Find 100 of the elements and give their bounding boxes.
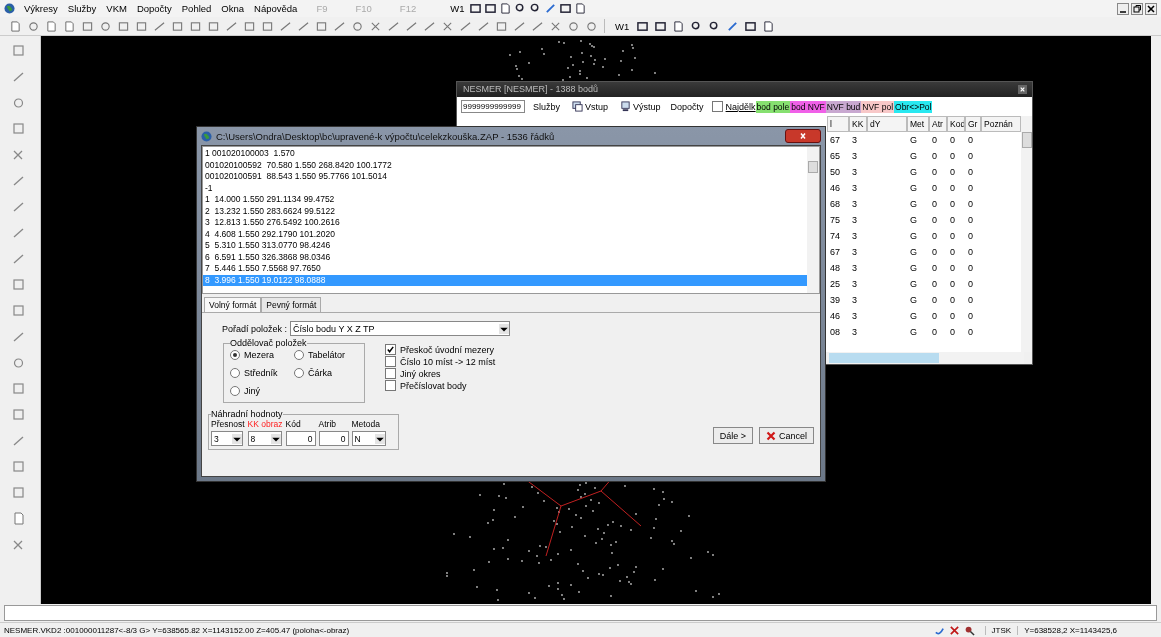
workspace-label[interactable]: W1 — [450, 3, 465, 14]
order-dropdown[interactable]: Číslo bodu Y X Z TP — [290, 321, 511, 336]
checkbox[interactable] — [385, 380, 396, 391]
circle-icon[interactable] — [691, 20, 703, 32]
cross-icon[interactable] — [550, 20, 561, 32]
list-item[interactable]: 3 12.813 1.550 276.5492 100.2616 — [203, 217, 807, 229]
square-icon[interactable] — [637, 20, 649, 32]
scrollbar[interactable] — [807, 147, 819, 293]
value-dropdown[interactable]: 8 — [247, 431, 282, 446]
radio-button[interactable] — [230, 350, 240, 360]
value-dropdown[interactable]: N — [351, 431, 386, 446]
restore-icon[interactable] — [1131, 2, 1143, 15]
radio-button[interactable] — [294, 350, 304, 360]
page-icon[interactable] — [763, 20, 775, 32]
table-cell-text: 0 — [931, 294, 938, 307]
list-item[interactable]: 2 13.232 1.550 283.6624 99.5122 — [203, 205, 807, 217]
menu-item[interactable]: Výkresy — [19, 3, 63, 14]
square-icon[interactable] — [655, 20, 667, 32]
radio-button[interactable] — [230, 368, 240, 378]
toolbar-button[interactable]: Vstup — [568, 101, 611, 112]
menu-item[interactable]: VKM — [101, 3, 132, 14]
line-icon[interactable] — [154, 20, 165, 32]
menu-item[interactable]: Služby — [62, 3, 102, 14]
column-header[interactable]: Atr — [929, 116, 947, 132]
list-item[interactable]: 1 001020100003 1.570 — [203, 148, 807, 160]
value-field[interactable]: 0 — [285, 431, 316, 446]
square-icon[interactable] — [560, 3, 572, 14]
page-icon[interactable] — [500, 3, 512, 14]
line-icon[interactable] — [478, 20, 489, 32]
list-item[interactable]: 001020100591 88.543 1.550 95.7766 101.5014 — [203, 171, 807, 183]
list-item[interactable]: 5 5.310 1.550 313.0770 98.4246 — [203, 240, 807, 252]
line-icon[interactable] — [727, 20, 739, 32]
menu-item[interactable]: Nápověda — [249, 3, 303, 14]
radio-button[interactable] — [230, 386, 240, 396]
cross-icon[interactable] — [948, 624, 960, 636]
table-cell-text: 0 — [931, 134, 938, 147]
checkbox[interactable] — [385, 368, 396, 379]
close-icon[interactable] — [1145, 2, 1157, 15]
tab[interactable]: Pevný formát — [261, 297, 322, 312]
page-icon[interactable] — [575, 3, 587, 14]
list-item[interactable]: 001020100592 70.580 1.550 268.8420 100.1772 — [203, 159, 807, 171]
line-icon[interactable] — [280, 20, 291, 32]
search-icon[interactable] — [963, 624, 975, 636]
dialog-button[interactable]: Dále > — [712, 427, 753, 444]
value-field[interactable]: 0 — [318, 431, 349, 446]
circle-icon[interactable] — [515, 3, 527, 14]
line-icon[interactable] — [334, 20, 345, 32]
workspace-label[interactable]: W1 — [615, 20, 630, 32]
column-header[interactable]: Met — [907, 116, 929, 132]
column-header[interactable]: Poznán — [981, 116, 1021, 132]
line-icon[interactable] — [532, 20, 543, 32]
line-icon[interactable] — [406, 20, 417, 32]
page-icon[interactable] — [64, 20, 75, 32]
tab[interactable]: Volný formát — [204, 297, 262, 312]
menu-item[interactable]: Dopočty — [131, 3, 177, 14]
column-header[interactable]: KK — [849, 116, 867, 132]
circle-icon[interactable] — [530, 3, 542, 14]
square-icon[interactable] — [470, 3, 482, 14]
column-header[interactable]: Kod — [947, 116, 965, 132]
line-icon[interactable] — [460, 20, 471, 32]
page-icon[interactable] — [46, 20, 57, 32]
page-icon[interactable] — [673, 20, 685, 32]
column-header[interactable]: Gr — [965, 116, 981, 132]
line-icon[interactable] — [226, 20, 237, 32]
radio-button[interactable] — [294, 368, 304, 378]
drawing-canvas[interactable] — [41, 36, 1151, 604]
circle-icon[interactable] — [709, 20, 721, 32]
line-icon[interactable] — [514, 20, 525, 32]
toolbar-button[interactable]: Výstup — [616, 101, 663, 112]
cross-icon[interactable] — [370, 20, 381, 32]
toolbar-button[interactable]: Dopočty — [668, 101, 706, 112]
line-icon[interactable] — [545, 3, 557, 14]
list-item[interactable]: 6 6.591 1.550 326.3868 98.0346 — [203, 251, 807, 263]
line-icon[interactable] — [298, 20, 309, 32]
list-item[interactable]: 1 14.000 1.550 291.1134 99.4752 — [203, 194, 807, 206]
value-dropdown[interactable]: 3 — [211, 431, 243, 446]
line-icon[interactable] — [388, 20, 399, 32]
command-field[interactable] — [4, 605, 1157, 621]
minimize-icon[interactable] — [1117, 2, 1129, 15]
toolbar-button[interactable]: Služby — [531, 101, 562, 112]
list-item[interactable]: 7 5.446 1.550 7.5568 97.7650 — [203, 263, 807, 275]
menu-item[interactable]: Pohled — [176, 3, 217, 14]
checkbox[interactable] — [385, 344, 396, 355]
line-icon[interactable] — [424, 20, 435, 32]
close-button[interactable] — [785, 129, 821, 143]
cross-icon[interactable] — [442, 20, 453, 32]
scrollbar[interactable] — [1021, 116, 1032, 352]
column-header[interactable]: dY — [867, 116, 907, 132]
dialog-button[interactable]: Cancel — [759, 427, 814, 444]
list-item[interactable]: 4 4.608 1.550 292.1790 101.2020 — [203, 228, 807, 240]
checkbox[interactable] — [711, 101, 723, 112]
checkbox[interactable] — [385, 356, 396, 367]
search-field[interactable]: 9999999999999 — [461, 100, 525, 113]
square-icon[interactable] — [485, 3, 497, 14]
page-icon[interactable] — [10, 20, 21, 32]
square-icon[interactable] — [745, 20, 757, 32]
list-item[interactable]: -1 — [203, 182, 807, 194]
legend-tag: bod pole — [755, 100, 791, 113]
menu-item[interactable]: Okna — [216, 3, 250, 14]
column-header[interactable]: l — [827, 116, 849, 132]
